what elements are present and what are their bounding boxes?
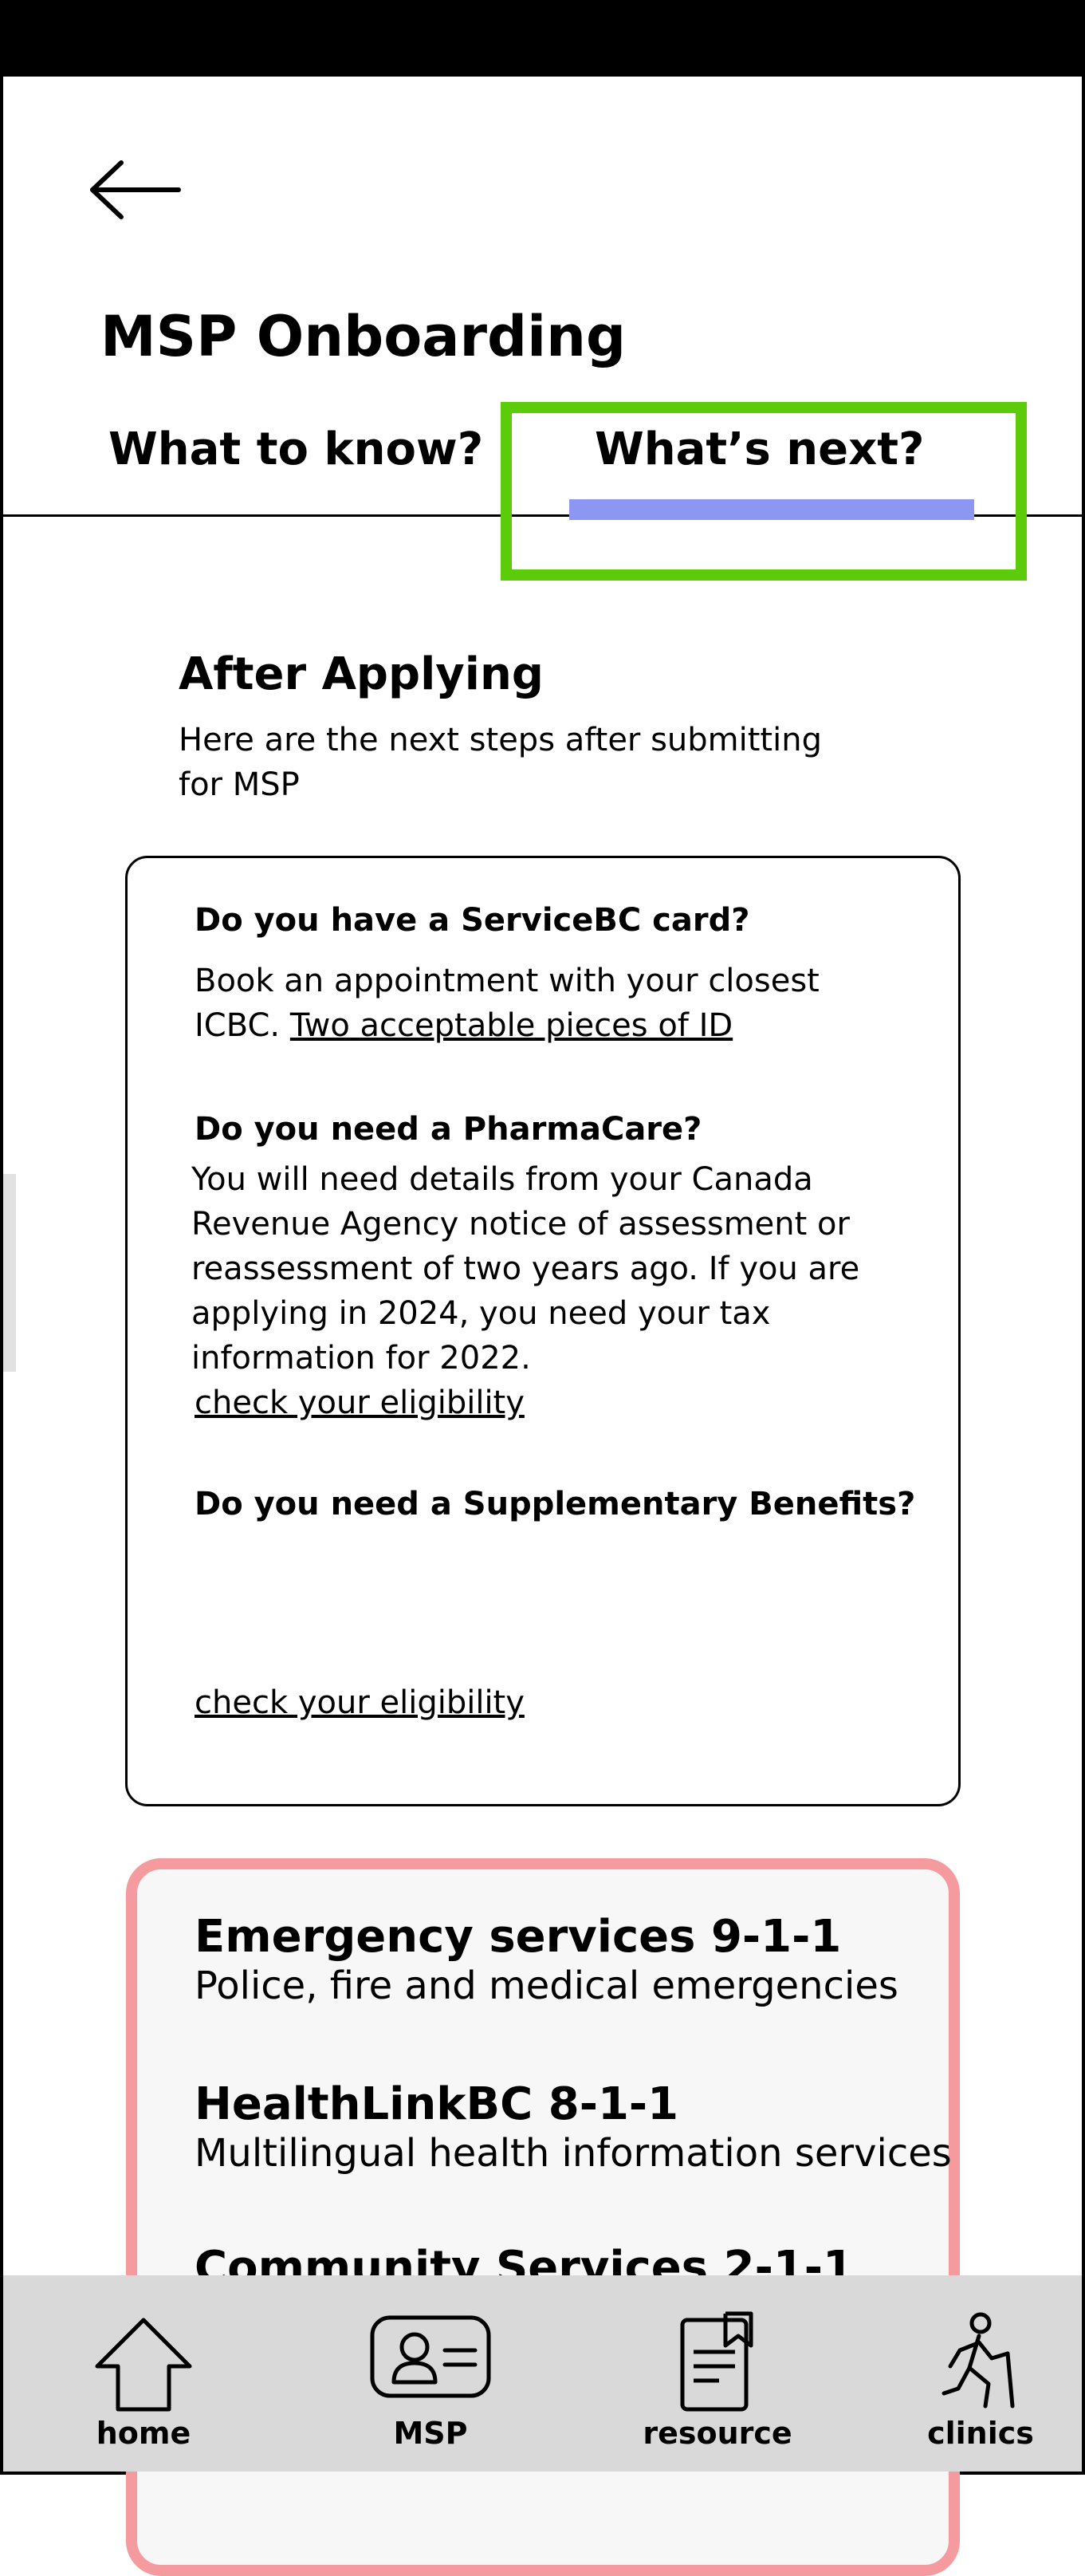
document-icon [680,2311,753,2412]
healthlink-service-description: Multilingual health information services [195,2131,952,2176]
nav-resource-label: resource [643,2416,792,2451]
arrow-left-icon [90,160,181,219]
emergency-service-name[interactable]: Emergency services 9-1-1 [195,1910,841,1964]
home-icon [95,2318,192,2412]
nav-msp[interactable]: MSP [359,2275,502,2472]
pharmacare-question: Do you need a PharmaCare? [195,1111,702,1148]
supplementary-eligibility-link[interactable]: check your eligibility [195,1680,525,1725]
nav-clinics-label: clinics [927,2416,1034,2451]
nav-resource[interactable]: resource [638,2275,797,2472]
healthlink-service-name[interactable]: HealthLinkBC 8-1-1 [195,2078,678,2131]
nav-msp-label: MSP [393,2416,468,2451]
servicebc-answer: Book an appointment with your closest IC… [195,959,896,1048]
tab-what-to-know[interactable]: What to know? [108,423,483,476]
bottom-navigation: home MSP resource clinics [3,2275,1082,2472]
status-bar [0,0,1085,77]
page-title: MSP Onboarding [100,304,627,369]
emergency-service-description: Police, fire and medical emergencies [195,1964,898,2008]
nav-home-label: home [96,2416,191,2451]
back-button[interactable] [89,156,185,223]
pharmacare-answer: You will need details from your Canada R… [191,1161,860,1377]
nav-clinics[interactable]: clinics [909,2275,1052,2472]
pharmacare-eligibility-link[interactable]: check your eligibility [195,1381,525,1425]
id-requirements-link[interactable]: Two acceptable pieces of ID [290,1007,733,1044]
id-card-icon [370,2315,491,2398]
servicebc-question: Do you have a ServiceBC card? [195,902,750,939]
tab-highlight-box [501,402,1027,581]
nav-home[interactable]: home [72,2275,215,2472]
section-description: Here are the next steps after submitting… [179,722,822,803]
side-scroll-handle[interactable] [3,1174,16,1372]
frame-border-right [1082,77,1085,2475]
section-title: After Applying [179,648,544,700]
walking-person-icon [942,2312,1015,2409]
supplementary-question: Do you need a Supplementary Benefits? [195,1486,916,1522]
